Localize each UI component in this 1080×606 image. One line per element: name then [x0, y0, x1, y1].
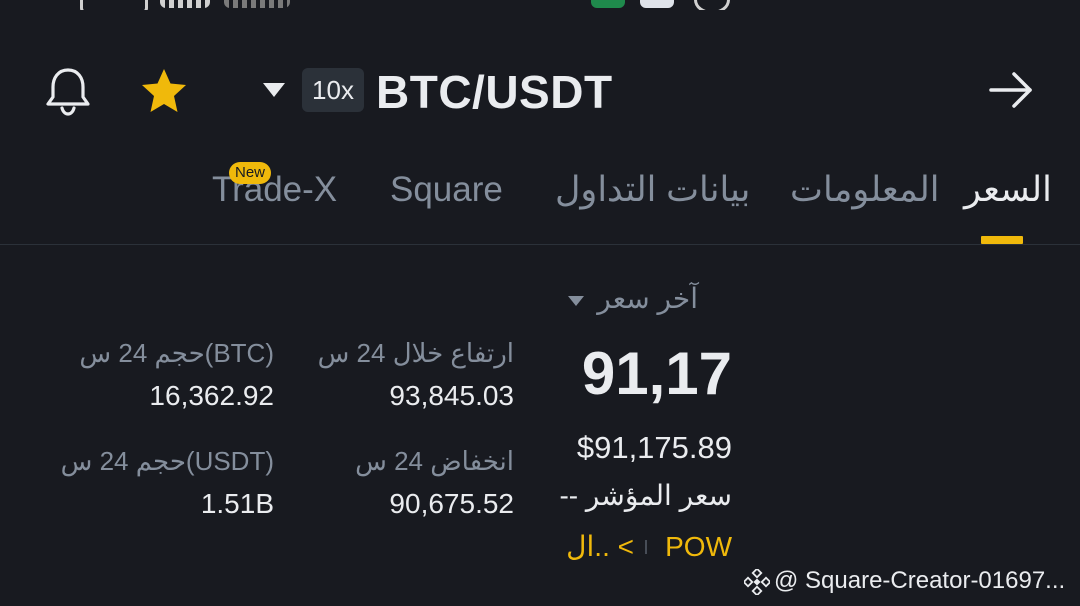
- usd-price-value: $91,175.89: [576, 430, 732, 465]
- vol-usdt-label: حجم 24 س(USDT): [60, 446, 274, 476]
- clock-icon: [694, 0, 730, 10]
- last-price-value: 91,17: [581, 340, 732, 407]
- leverage-badge[interactable]: 10x: [302, 68, 364, 112]
- last-price-label[interactable]: آخر سعر: [540, 282, 698, 316]
- tab-trading-data[interactable]: بيانات التداول: [555, 166, 750, 214]
- pair-title[interactable]: BTC/USDT: [376, 62, 613, 122]
- battery-icon: [80, 0, 148, 10]
- bell-icon[interactable]: [44, 66, 92, 116]
- tag-pow[interactable]: POW: [662, 530, 732, 564]
- active-tab-indicator: [981, 236, 1023, 244]
- low-24h-value: 90,675.52: [389, 488, 514, 519]
- tab-info[interactable]: المعلومات: [790, 166, 940, 214]
- status-bar: [0, 0, 1080, 10]
- low-24h-label: انخفاض 24 س: [355, 446, 514, 476]
- tag-more[interactable]: ال.. <: [560, 530, 634, 564]
- caret-down-icon[interactable]: [261, 81, 287, 99]
- star-icon[interactable]: [139, 66, 189, 116]
- high-24h-label: ارتفاع خلال 24 س: [317, 338, 514, 368]
- tab-divider: [0, 244, 1080, 245]
- watermark: @ Square-Creator-01697...: [744, 566, 1074, 596]
- index-price: -- سعر المؤشر: [559, 480, 732, 511]
- app-notification-icon: [591, 0, 625, 8]
- new-badge: New: [229, 162, 271, 184]
- watermark-text: @ Square-Creator-01697...: [774, 567, 1066, 594]
- vol-usdt-value: 1.51B: [200, 488, 274, 519]
- high-24h-value: 93,845.03: [389, 380, 514, 411]
- app-notification-icon-2: [640, 0, 674, 8]
- tab-square[interactable]: Square: [390, 166, 503, 214]
- vol-btc-label: حجم 24 س(BTC): [79, 338, 274, 368]
- signal-icon-secondary: [224, 0, 290, 8]
- caret-down-icon[interactable]: [566, 294, 586, 308]
- signal-icon: [160, 0, 210, 8]
- vol-btc-value: 16,362.92: [149, 380, 274, 411]
- tag-separator: [645, 540, 647, 554]
- arrow-right-icon[interactable]: [986, 68, 1036, 112]
- binance-logo-icon: [744, 567, 772, 596]
- tab-price[interactable]: السعر: [964, 166, 1052, 214]
